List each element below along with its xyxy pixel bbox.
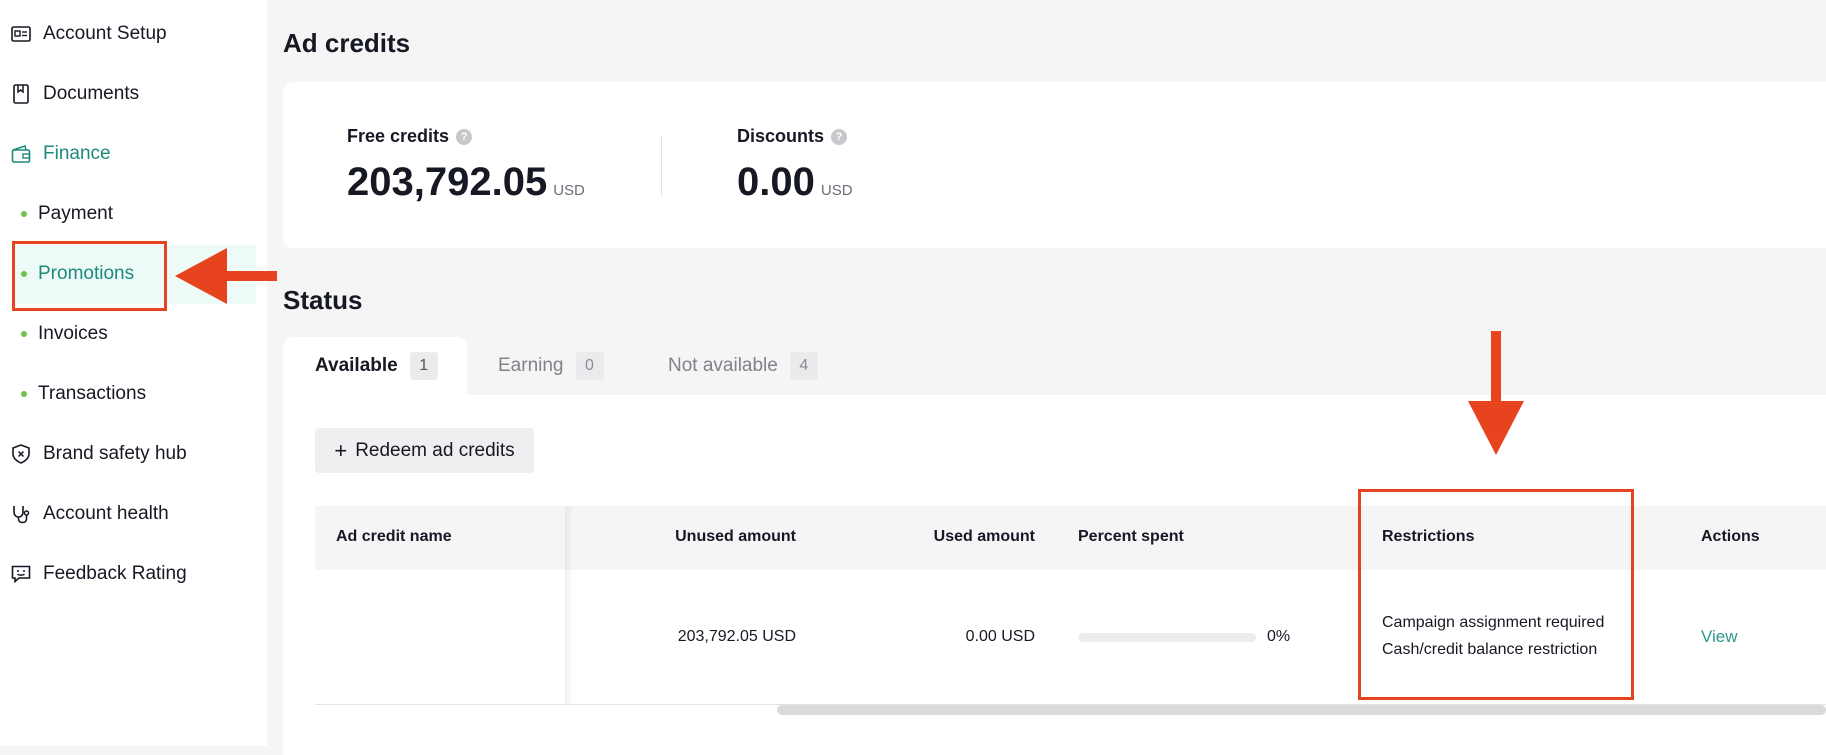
discounts-unit: USD [820, 182, 853, 199]
sidebar-item-label: Account health [43, 503, 169, 524]
tab-count-badge: 1 [409, 352, 438, 380]
feedback-icon [11, 564, 31, 584]
bullet-dot [21, 391, 27, 397]
sidebar-item-brand-safety-hub[interactable]: Brand safety hub [0, 432, 267, 476]
wallet-icon [11, 144, 31, 164]
sidebar: Account Setup Documents Finance Payment … [0, 0, 267, 746]
bullet-dot [21, 331, 27, 337]
sidebar-item-account-setup[interactable]: Account Setup [0, 12, 267, 56]
free-credits-amount: 203,792.05 [347, 160, 548, 204]
metric-divider [661, 136, 662, 196]
discounts-label: Discounts ? [737, 126, 848, 147]
sidebar-item-label: Invoices [38, 323, 108, 344]
discounts-label-text: Discounts [737, 126, 825, 146]
bullet-dot [21, 211, 27, 217]
tab-count-badge: 4 [789, 352, 818, 380]
help-icon[interactable]: ? [831, 128, 848, 145]
sidebar-item-transactions[interactable]: Transactions [0, 372, 267, 416]
sidebar-item-label: Documents [43, 83, 140, 104]
sidebar-item-label: Transactions [38, 383, 147, 404]
annotation-arrow-down-icon [1468, 331, 1524, 455]
sidebar-item-payment[interactable]: Payment [0, 192, 267, 236]
sidebar-item-documents[interactable]: Documents [0, 72, 267, 116]
percent-spent-text: 0% [1267, 628, 1291, 645]
page-title: Ad credits [283, 28, 411, 58]
discounts-value: 0.00 USD [737, 160, 853, 205]
redeem-ad-credits-button[interactable]: + Redeem ad credits [315, 428, 534, 473]
free-credits-value: 203,792.05 USD [347, 160, 585, 205]
free-credits-label-text: Free credits [347, 126, 450, 146]
column-header-actions[interactable]: Actions [1701, 528, 1760, 546]
view-link[interactable]: View [1701, 627, 1738, 647]
help-icon[interactable]: ? [456, 128, 473, 145]
column-header-percent-spent[interactable]: Percent spent [1078, 528, 1184, 546]
unused-amount-cell: 203,792.05 USD [677, 628, 796, 645]
stethoscope-icon [11, 504, 31, 524]
status-title: Status [283, 285, 363, 315]
tab-label: Available [315, 355, 398, 376]
sidebar-item-label: Brand safety hub [43, 443, 187, 464]
column-header-used-amount[interactable]: Used amount [855, 528, 1035, 546]
sidebar-item-account-health[interactable]: Account health [0, 492, 267, 536]
column-header-unused-amount[interactable]: Unused amount [616, 528, 796, 546]
sidebar-item-label: Payment [38, 203, 113, 224]
tab-available[interactable]: Available 1 [283, 337, 467, 395]
tab-label: Not available [668, 355, 778, 376]
column-header-ad-credit-name[interactable]: Ad credit name [336, 528, 452, 546]
horizontal-scrollbar[interactable] [777, 705, 1826, 715]
discounts-amount: 0.00 [737, 160, 815, 204]
bookmark-doc-icon [11, 84, 31, 104]
annotation-box-restrictions [1358, 489, 1634, 700]
redeem-button-label: Redeem ad credits [355, 439, 515, 461]
tab-earning[interactable]: Earning 0 [466, 337, 636, 395]
free-credits-unit: USD [553, 182, 585, 199]
tab-label: Earning [498, 355, 564, 376]
tab-count-badge: 0 [575, 352, 604, 380]
annotation-box-promotions [12, 241, 167, 311]
id-card-icon [11, 24, 31, 44]
tab-not-available[interactable]: Not available 4 [636, 337, 850, 395]
annotation-arrow-left-icon [175, 248, 277, 304]
plus-icon: + [334, 437, 348, 463]
sidebar-item-label: Feedback Rating [43, 563, 187, 584]
shield-x-icon [11, 444, 31, 464]
used-amount-cell: 0.00 USD [965, 628, 1035, 645]
sticky-column-shadow [565, 506, 573, 704]
sidebar-item-label: Finance [43, 143, 111, 164]
sidebar-item-label: Account Setup [43, 23, 167, 44]
free-credits-label: Free credits ? [347, 126, 473, 147]
sidebar-item-finance[interactable]: Finance [0, 132, 267, 176]
sidebar-item-invoices[interactable]: Invoices [0, 312, 267, 356]
sidebar-item-feedback-rating[interactable]: Feedback Rating [0, 552, 267, 596]
percent-spent-bar [1078, 633, 1256, 642]
